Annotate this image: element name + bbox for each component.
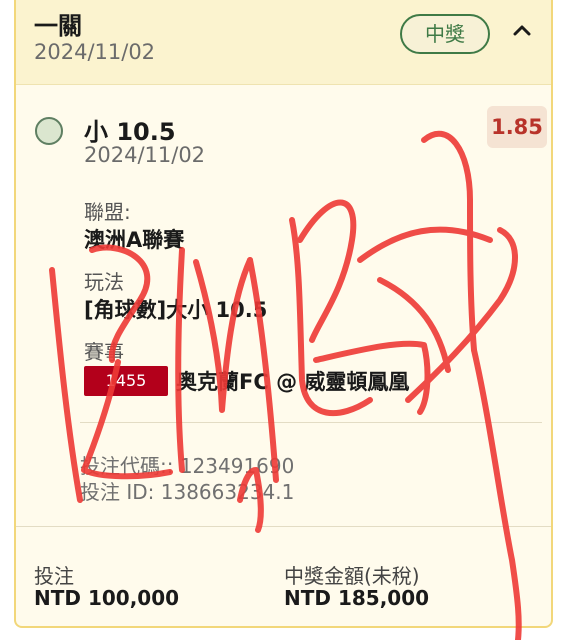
league-label: 聯盟:	[84, 200, 131, 224]
bet-slip-card: 一關 2024/11/02 中獎 小 10.5 2024/11/02 1.85 …	[14, 0, 553, 628]
event-match: 奥克蘭FC @ 威靈頓鳳凰	[176, 370, 410, 394]
league-value: 澳洲A聯賽	[84, 228, 185, 252]
stake-value: NTD 100,000	[34, 586, 180, 610]
market-label: 玩法	[84, 270, 124, 294]
bet-date: 2024/11/02	[34, 40, 156, 64]
selection-radio	[35, 117, 63, 145]
selection-title: 小 10.5	[84, 118, 176, 146]
status-badge: 中獎	[400, 14, 490, 54]
divider	[80, 422, 542, 423]
divider	[16, 526, 551, 527]
payout-value: NTD 185,000	[284, 586, 430, 610]
bet-id: 投注 ID: 138663234.1	[80, 480, 295, 504]
bet-code: 投注代碼:: 123491690	[80, 454, 295, 478]
payout-label: 中獎金額(未稅)	[284, 564, 420, 588]
event-id-badge: 1455	[84, 366, 168, 396]
event-label: 賽事	[84, 340, 124, 364]
market-value: [角球數]大小 10.5	[84, 298, 268, 322]
bet-type-title: 一關	[34, 12, 82, 40]
odds-badge: 1.85	[487, 106, 547, 148]
bet-slip-header[interactable]: 一關 2024/11/02 中獎	[16, 0, 551, 85]
chevron-up-icon[interactable]	[513, 18, 531, 43]
stake-label: 投注	[34, 564, 74, 588]
selection-date: 2024/11/02	[84, 143, 206, 167]
